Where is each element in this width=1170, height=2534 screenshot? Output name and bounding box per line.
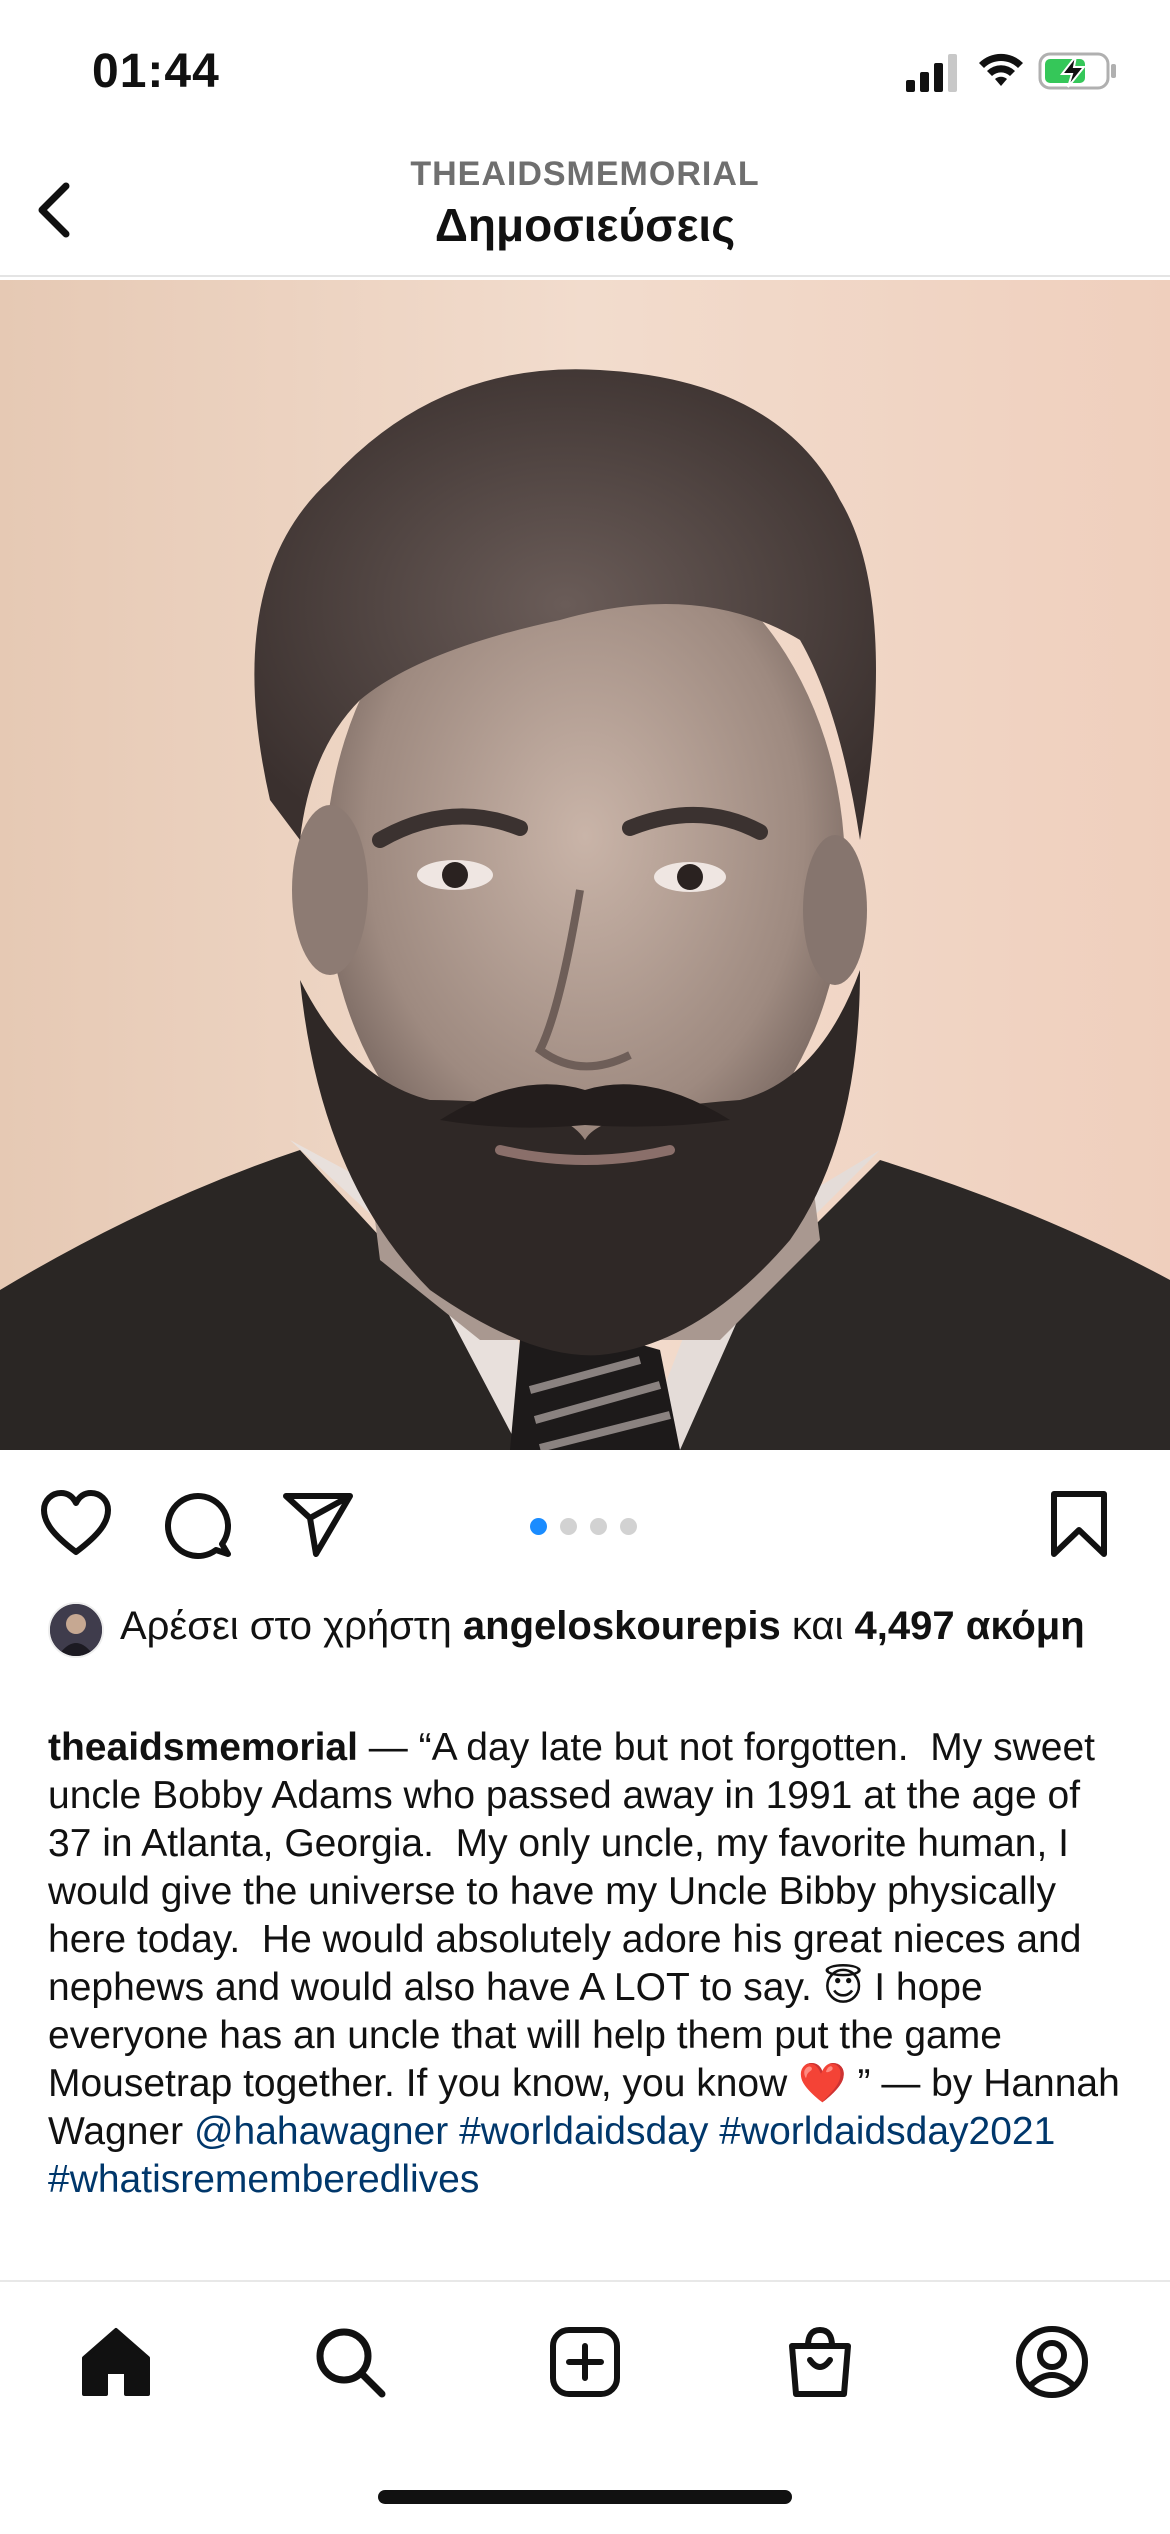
heart-icon[interactable]	[38, 1488, 114, 1560]
angel-emoji: 😇	[822, 1965, 864, 2010]
account-name[interactable]: THEAIDSMEMORIAL	[0, 155, 1170, 194]
wifi-icon	[979, 53, 1023, 86]
battery-charging-icon	[1038, 52, 1116, 90]
likes-conjunction: και	[780, 1604, 855, 1648]
post-actions	[0, 1450, 1170, 1590]
carousel-dot	[560, 1518, 577, 1535]
page-title: Δημοσιεύσεις	[434, 199, 736, 251]
cellular-signal-icon	[906, 54, 957, 92]
post-photo[interactable]	[0, 280, 1170, 1450]
carousel-dot	[590, 1518, 607, 1535]
likes-count[interactable]: 4,497	[855, 1604, 955, 1648]
caption-username[interactable]: theaidsmemorial	[48, 1726, 358, 1769]
hashtag-link[interactable]: #worldaidsday	[459, 2110, 708, 2153]
liker-username[interactable]: angeloskourepis	[463, 1604, 781, 1648]
home-indicator[interactable]	[378, 2490, 792, 2504]
carousel-dot	[620, 1518, 637, 1535]
top-nav-header: THEAIDSMEMORIAL Δημοσιεύσεις	[0, 150, 1170, 277]
portrait-photo	[0, 280, 1170, 1450]
search-icon[interactable]	[310, 2322, 390, 2402]
profile-icon[interactable]	[1012, 2322, 1092, 2402]
post-caption: theaidsmemorial — “A day late but not fo…	[48, 1724, 1128, 2204]
hashtag-link[interactable]: #worldaidsday2021	[719, 2110, 1055, 2153]
hashtag-link[interactable]: #whatisrememberedlives	[48, 2158, 479, 2201]
likes-prefix: Αρέσει στο χρήστη	[120, 1604, 463, 1648]
mention-link[interactable]: @hahawagner	[194, 2110, 448, 2153]
home-icon[interactable]	[76, 2322, 156, 2402]
status-bar: 01:44	[0, 0, 1170, 150]
heart-emoji: ❤️	[798, 2061, 847, 2106]
share-icon[interactable]	[280, 1488, 356, 1560]
status-time: 01:44	[92, 45, 220, 98]
shop-bag-icon[interactable]	[780, 2322, 860, 2402]
carousel-dot-active	[530, 1518, 547, 1535]
likes-suffix[interactable]: ακόμη	[966, 1604, 1085, 1648]
bookmark-icon[interactable]	[1046, 1488, 1112, 1560]
create-post-icon[interactable]	[545, 2322, 625, 2402]
carousel-dots	[530, 1518, 650, 1538]
liker-avatar	[48, 1602, 104, 1658]
comment-icon[interactable]	[160, 1488, 236, 1560]
likes-text: Αρέσει στο χρήστη angeloskourepis και 4,…	[120, 1602, 1138, 1650]
likes-summary[interactable]: Αρέσει στο χρήστη angeloskourepis και 4,…	[48, 1602, 1138, 1658]
